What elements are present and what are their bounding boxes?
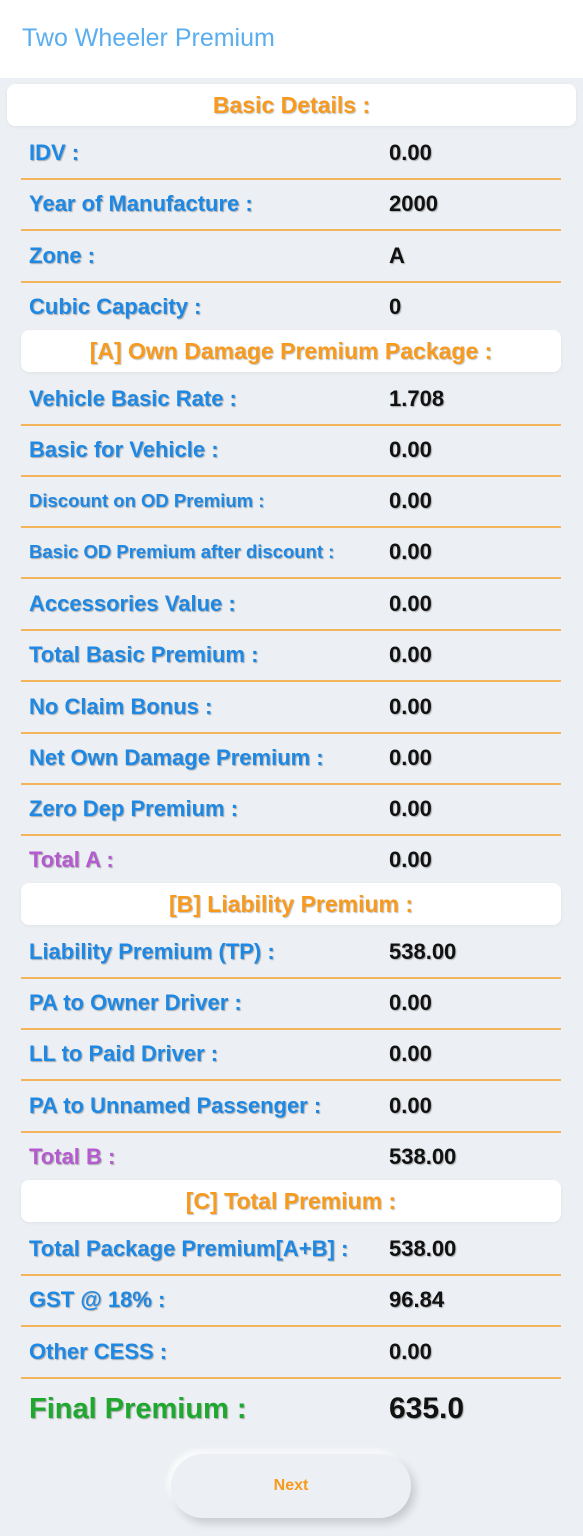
zone-value: A — [389, 242, 405, 268]
row-no-claim-bonus: No Claim Bonus : 0.00 — [21, 681, 561, 734]
next-button[interactable]: Next — [171, 1454, 411, 1518]
row-accessories: Accessories Value : 0.00 — [21, 578, 561, 631]
row-total-b: Total B : 538.00 — [21, 1131, 561, 1182]
total-package-value: 538.00 — [389, 1235, 457, 1261]
row-pa-owner-driver: PA to Owner Driver : 0.00 — [21, 977, 561, 1030]
row-pa-unnamed-passenger: PA to Unnamed Passenger : 0.00 — [21, 1080, 561, 1133]
row-ll-paid-driver: LL to Paid Driver : 0.00 — [21, 1028, 561, 1081]
basic-for-vehicle-value: 0.00 — [389, 436, 432, 462]
no-claim-bonus-value: 0.00 — [389, 693, 432, 719]
cubic-capacity-value: 0 — [389, 293, 402, 319]
row-gst: GST @ 18% : 96.84 — [21, 1274, 561, 1327]
row-idv: IDV : 0.00 — [21, 127, 561, 180]
total-a-label: Total A : — [29, 846, 114, 872]
total-b-label: Total B : — [29, 1143, 116, 1169]
row-year: Year of Manufacture : 2000 — [21, 178, 561, 231]
row-discount-od: Discount on OD Premium : 0.00 — [21, 475, 561, 528]
page-title: Two Wheeler Premium — [22, 24, 275, 52]
accessories-label: Accessories Value : — [29, 590, 236, 616]
section-header-liability: [B] Liability Premium : — [21, 883, 561, 925]
other-cess-value: 0.00 — [389, 1338, 432, 1364]
pa-owner-driver-label: PA to Owner Driver : — [29, 989, 242, 1015]
app-bar: Two Wheeler Premium — [0, 0, 583, 78]
net-own-damage-label: Net Own Damage Premium : — [29, 744, 324, 770]
final-premium-label: Final Premium : — [29, 1392, 247, 1425]
accessories-value: 0.00 — [389, 590, 432, 616]
pa-unnamed-passenger-label: PA to Unnamed Passenger : — [29, 1092, 322, 1118]
year-label: Year of Manufacture : — [29, 190, 253, 216]
row-basic-for-vehicle: Basic for Vehicle : 0.00 — [21, 424, 561, 477]
no-claim-bonus-label: No Claim Bonus : — [29, 693, 213, 719]
row-cubic-capacity: Cubic Capacity : 0 — [21, 281, 561, 332]
zero-dep-label: Zero Dep Premium : — [29, 795, 239, 821]
row-final-premium: Final Premium : 635.0 — [21, 1382, 561, 1436]
gst-value: 96.84 — [389, 1286, 445, 1312]
row-other-cess: Other CESS : 0.00 — [21, 1326, 561, 1379]
idv-label: IDV : — [29, 139, 80, 165]
total-b-value: 538.00 — [389, 1143, 457, 1169]
ll-paid-driver-label: LL to Paid Driver : — [29, 1040, 219, 1066]
pa-unnamed-passenger-value: 0.00 — [389, 1092, 432, 1118]
gst-label: GST @ 18% : — [29, 1286, 166, 1312]
row-total-package: Total Package Premium[A+B] : 538.00 — [21, 1223, 561, 1276]
pa-owner-driver-value: 0.00 — [389, 989, 432, 1015]
total-basic-value: 0.00 — [389, 641, 432, 667]
row-total-basic: Total Basic Premium : 0.00 — [21, 629, 561, 682]
idv-value: 0.00 — [389, 139, 432, 165]
basic-od-after-discount-label: Basic OD Premium after discount : — [29, 540, 335, 562]
year-value: 2000 — [389, 190, 438, 216]
row-total-a: Total A : 0.00 — [21, 834, 561, 885]
other-cess-label: Other CESS : — [29, 1338, 168, 1364]
basic-od-after-discount-value: 0.00 — [389, 538, 432, 564]
row-zero-dep: Zero Dep Premium : 0.00 — [21, 783, 561, 836]
vehicle-basic-rate-value: 1.708 — [389, 385, 445, 411]
section-header-basic-details: Basic Details : — [7, 84, 576, 126]
row-vehicle-basic-rate: Vehicle Basic Rate : 1.708 — [21, 373, 561, 426]
total-a-value: 0.00 — [389, 846, 432, 872]
total-basic-label: Total Basic Premium : — [29, 641, 259, 667]
row-zone: Zone : A — [21, 230, 561, 283]
zone-label: Zone : — [29, 242, 95, 268]
vehicle-basic-rate-label: Vehicle Basic Rate : — [29, 385, 237, 411]
zero-dep-value: 0.00 — [389, 795, 432, 821]
section-header-total-premium: [C] Total Premium : — [21, 1180, 561, 1222]
row-basic-od-after-discount: Basic OD Premium after discount : 0.00 — [21, 526, 561, 579]
ll-paid-driver-value: 0.00 — [389, 1040, 432, 1066]
row-liability-tp: Liability Premium (TP) : 538.00 — [21, 926, 561, 979]
total-package-label: Total Package Premium[A+B] : — [29, 1235, 349, 1261]
section-header-own-damage: [A] Own Damage Premium Package : — [21, 330, 561, 372]
row-net-own-damage: Net Own Damage Premium : 0.00 — [21, 732, 561, 785]
basic-for-vehicle-label: Basic for Vehicle : — [29, 436, 219, 462]
final-premium-value: 635.0 — [389, 1392, 465, 1425]
liability-tp-value: 538.00 — [389, 938, 457, 964]
net-own-damage-value: 0.00 — [389, 744, 432, 770]
liability-tp-label: Liability Premium (TP) : — [29, 938, 275, 964]
discount-od-value: 0.00 — [389, 487, 432, 513]
discount-od-label: Discount on OD Premium : — [29, 489, 265, 511]
cubic-capacity-label: Cubic Capacity : — [29, 293, 202, 319]
